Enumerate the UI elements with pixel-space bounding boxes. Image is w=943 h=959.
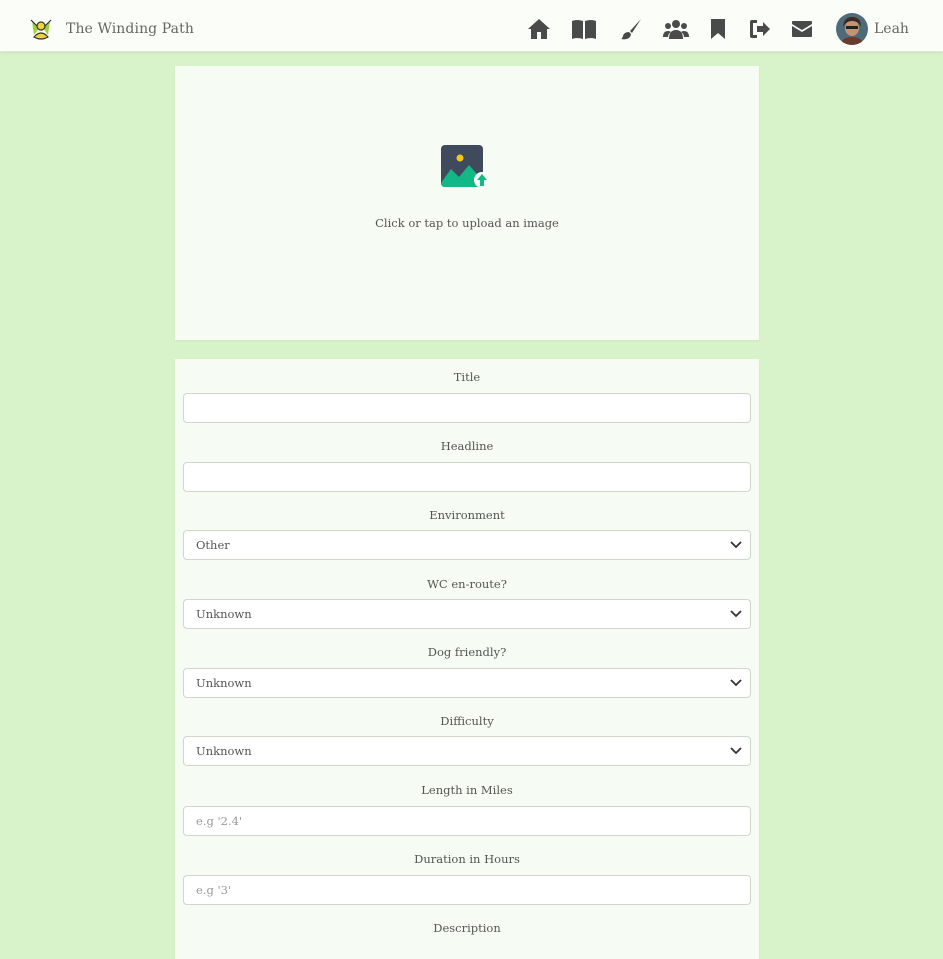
duration-label: Duration in Hours: [414, 852, 520, 866]
chevron-down-icon: [730, 541, 742, 549]
chevron-down-icon: [730, 610, 742, 618]
headline-input[interactable]: [196, 470, 738, 484]
title-input[interactable]: [196, 401, 738, 415]
sign-out-icon[interactable]: [749, 14, 771, 44]
difficulty-label: Difficulty: [440, 714, 494, 728]
home-icon[interactable]: [527, 14, 551, 44]
users-icon[interactable]: [663, 14, 689, 44]
brush-icon[interactable]: [620, 14, 642, 44]
upload-prompt: Click or tap to upload an image: [375, 216, 559, 230]
length-label: Length in Miles: [421, 783, 513, 797]
length-input[interactable]: [196, 814, 738, 828]
dog-friendly-select[interactable]: Unknown: [183, 668, 751, 698]
wc-label: WC en-route?: [427, 577, 507, 591]
bookmark-icon[interactable]: [710, 14, 726, 44]
duration-field[interactable]: [183, 875, 751, 905]
dog-friendly-label: Dog friendly?: [427, 645, 507, 659]
winding-path-logo-icon: [30, 19, 52, 40]
wc-value: Unknown: [196, 607, 252, 621]
wc-select[interactable]: Unknown: [183, 599, 751, 629]
duration-input[interactable]: [196, 883, 738, 897]
chevron-down-icon: [730, 679, 742, 687]
difficulty-value: Unknown: [196, 744, 252, 758]
top-navbar: The Winding Path Leah: [0, 0, 943, 52]
title-label: Title: [453, 370, 481, 384]
environment-select[interactable]: Other: [183, 530, 751, 560]
brand-name: The Winding Path: [66, 21, 194, 37]
dog-friendly-value: Unknown: [196, 676, 252, 690]
headline-field[interactable]: [183, 462, 751, 492]
image-upload-icon: [441, 145, 489, 188]
environment-value: Other: [196, 538, 230, 552]
title-field[interactable]: [183, 393, 751, 423]
user-name: Leah: [874, 21, 909, 37]
brand[interactable]: The Winding Path: [28, 14, 194, 44]
headline-label: Headline: [440, 439, 494, 453]
avatar: [836, 13, 868, 45]
chevron-down-icon: [730, 747, 742, 755]
book-icon[interactable]: [571, 14, 597, 44]
trail-form: Title Headline Environment Other WC en-r…: [175, 359, 759, 959]
length-field[interactable]: [183, 806, 751, 836]
user-menu[interactable]: Leah: [836, 13, 909, 45]
difficulty-select[interactable]: Unknown: [183, 736, 751, 766]
description-label: Description: [433, 921, 501, 935]
envelope-icon[interactable]: [791, 14, 813, 44]
image-upload-area[interactable]: Click or tap to upload an image: [175, 66, 759, 340]
environment-label: Environment: [429, 508, 505, 522]
